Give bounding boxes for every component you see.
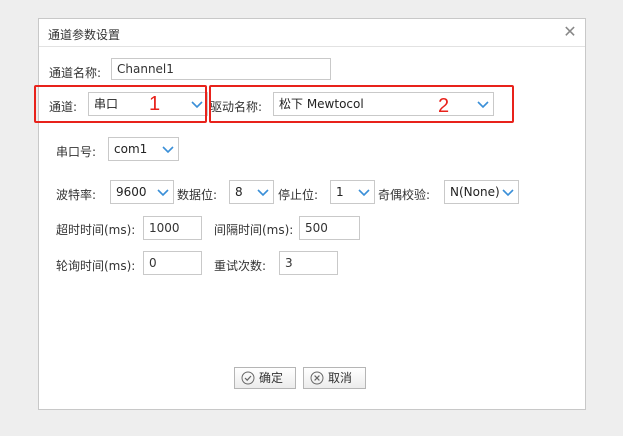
dialog-title: 通道参数设置 bbox=[48, 28, 121, 42]
annotation-box-1 bbox=[34, 85, 207, 123]
channel-name-label: 通道名称: bbox=[49, 66, 102, 80]
chevron-down-icon bbox=[357, 185, 371, 199]
channel-settings-dialog: 通道参数设置 ✕ 通道名称: 通道: 串口 驱动名称: 松下 Mewtocol … bbox=[34, 18, 586, 410]
serial-port-select[interactable]: com1 bbox=[108, 137, 179, 161]
chevron-down-icon bbox=[156, 185, 170, 199]
poll-label: 轮询时间(ms): bbox=[56, 259, 136, 273]
data-bits-select[interactable]: 8 bbox=[229, 180, 274, 204]
data-bits-label: 数据位: bbox=[177, 188, 218, 202]
serial-port-select-value: com1 bbox=[114, 142, 148, 156]
chevron-down-icon bbox=[501, 185, 515, 199]
serial-port-label: 串口号: bbox=[56, 145, 97, 159]
timeout-input[interactable] bbox=[143, 216, 202, 240]
chevron-down-icon bbox=[161, 142, 175, 156]
baud-select-value: 9600 bbox=[116, 185, 147, 199]
poll-input[interactable] bbox=[143, 251, 202, 275]
timeout-label: 超时时间(ms): bbox=[56, 223, 136, 237]
parity-select[interactable]: N(None) bbox=[444, 180, 519, 204]
cancel-button-label: 取消 bbox=[328, 371, 353, 385]
parity-select-value: N(None) bbox=[450, 185, 500, 199]
annotation-marker-2: 2 bbox=[438, 95, 450, 117]
x-circle-icon bbox=[310, 371, 324, 385]
stop-bits-select-value: 1 bbox=[336, 185, 344, 199]
data-bits-select-value: 8 bbox=[235, 185, 243, 199]
annotation-marker-1: 1 bbox=[149, 93, 161, 115]
retry-label: 重试次数: bbox=[214, 259, 267, 273]
dialog-titlebar: 通道参数设置 ✕ bbox=[39, 19, 585, 47]
interval-input[interactable] bbox=[299, 216, 360, 240]
retry-input[interactable] bbox=[279, 251, 338, 275]
annotation-box-2 bbox=[209, 85, 514, 123]
cancel-button[interactable]: 取消 bbox=[303, 367, 366, 389]
baud-label: 波特率: bbox=[56, 188, 97, 202]
ok-button[interactable]: 确定 bbox=[234, 367, 296, 389]
check-circle-icon bbox=[241, 371, 255, 385]
interval-label: 间隔时间(ms): bbox=[214, 223, 294, 237]
chevron-down-icon bbox=[256, 185, 270, 199]
stop-bits-select[interactable]: 1 bbox=[330, 180, 375, 204]
parity-label: 奇偶校验: bbox=[378, 188, 431, 202]
stop-bits-label: 停止位: bbox=[278, 188, 319, 202]
ok-button-label: 确定 bbox=[259, 371, 284, 385]
channel-name-input[interactable] bbox=[111, 58, 331, 80]
close-icon[interactable]: ✕ bbox=[561, 23, 579, 41]
baud-select[interactable]: 9600 bbox=[110, 180, 174, 204]
